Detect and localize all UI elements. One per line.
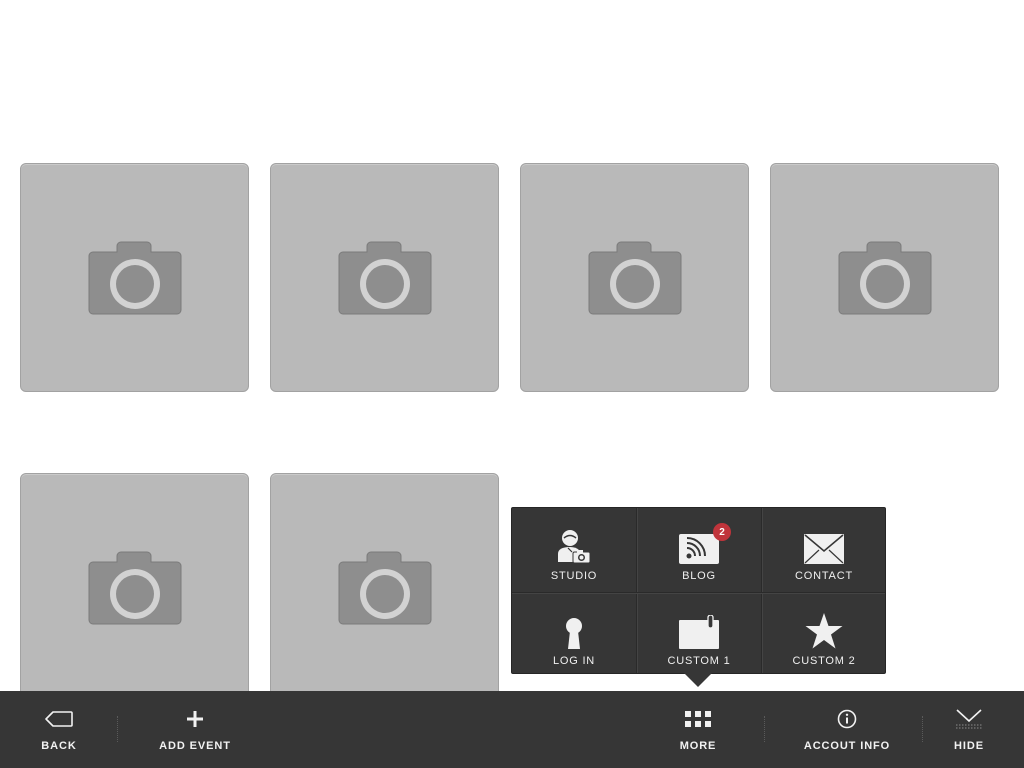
- back-label: BACK: [41, 740, 77, 752]
- account-info-label: ACCOUT INFO: [803, 740, 891, 752]
- back-button[interactable]: BACK: [30, 691, 88, 768]
- photo-tile[interactable]: [520, 163, 749, 392]
- back-tag-icon: [45, 711, 73, 727]
- camera-icon: [338, 551, 432, 625]
- camera-icon: [88, 241, 182, 315]
- info-icon: [837, 709, 857, 729]
- photo-tile[interactable]: [270, 473, 499, 702]
- camera-icon: [588, 241, 682, 315]
- menu-item-label: LOG IN: [552, 655, 596, 667]
- more-button[interactable]: MORE: [669, 691, 727, 768]
- toolbar-separator: [922, 716, 923, 742]
- notification-badge: 2: [713, 523, 731, 541]
- popup-pointer: [684, 673, 712, 687]
- rss-icon: [679, 534, 719, 564]
- more-label: MORE: [679, 740, 717, 752]
- envelope-icon: [804, 534, 844, 564]
- account-info-button[interactable]: ACCOUT INFO: [797, 691, 897, 768]
- menu-item-label: CUSTOM 2: [792, 655, 856, 667]
- menu-item-blog[interactable]: 2 BLOG: [637, 508, 761, 590]
- menu-item-label: CONTACT: [795, 570, 853, 582]
- keyhole-icon: [566, 618, 582, 649]
- camera-icon: [338, 241, 432, 315]
- grid-icon: [685, 711, 711, 727]
- toolbar-separator: [764, 716, 765, 742]
- bottom-toolbar: BACK ADD EVENT MORE ACCOUT INFO HIDE: [0, 691, 1024, 768]
- hide-button[interactable]: HIDE: [944, 691, 994, 768]
- menu-item-log-in[interactable]: LOG IN: [512, 593, 636, 675]
- menu-item-label: STUDIO: [550, 570, 598, 582]
- photo-tile[interactable]: [770, 163, 999, 392]
- menu-item-label: CUSTOM 1: [667, 655, 731, 667]
- hide-label: HIDE: [954, 740, 984, 752]
- add-event-label: ADD EVENT: [159, 740, 231, 752]
- photo-tile[interactable]: [20, 163, 249, 392]
- photographer-icon: [558, 530, 591, 564]
- star-icon: [805, 613, 843, 649]
- camera-icon: [88, 551, 182, 625]
- toolbar-separator: [117, 716, 118, 742]
- menu-item-custom-1[interactable]: CUSTOM 1: [637, 593, 761, 675]
- menu-item-contact[interactable]: CONTACT: [762, 508, 886, 590]
- menu-item-custom-2[interactable]: CUSTOM 2: [762, 593, 886, 675]
- photo-tile[interactable]: [20, 473, 249, 702]
- more-menu-popup: STUDIO 2 BLOG CONTACT LOG IN CUSTOM 1 CU…: [511, 507, 886, 674]
- camera-icon: [838, 241, 932, 315]
- plus-icon: [187, 711, 203, 727]
- menu-item-studio[interactable]: STUDIO: [512, 508, 636, 590]
- menu-item-label: BLOG: [682, 570, 716, 582]
- clipboard-icon: [679, 615, 719, 649]
- add-event-button[interactable]: ADD EVENT: [150, 691, 240, 768]
- photo-tile[interactable]: [270, 163, 499, 392]
- hide-chevron-icon: [956, 709, 982, 729]
